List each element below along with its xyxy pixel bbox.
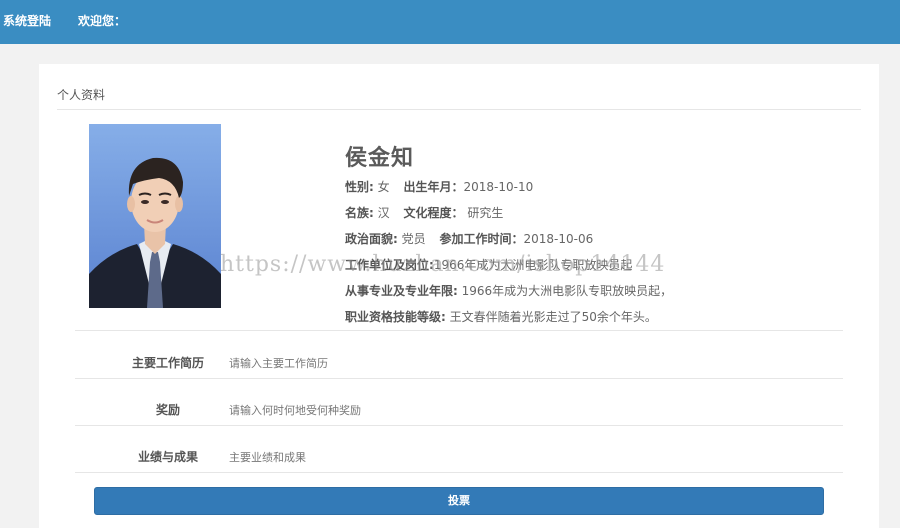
gender-value: 女 — [377, 180, 390, 194]
specialty-label: 从事专业及专业年限: — [345, 284, 458, 298]
skill-line: 职业资格技能等级: 王文春伴随着光影走过了50余个年头。 — [345, 308, 657, 325]
system-login-link[interactable]: 系统登陆 — [3, 12, 51, 29]
political-label: 政治面貌: — [345, 232, 398, 246]
profile-card: 个人资料 侯金知 性别: 女 出生年月：2018-10-10 名族: 汉 文化程… — [39, 64, 879, 528]
person-name: 侯金知 — [345, 146, 415, 171]
achievements-value: 主要业绩和成果 — [229, 451, 306, 464]
divider — [75, 425, 843, 426]
divider — [75, 378, 843, 379]
work-start-value: 2018-10-06 — [523, 232, 594, 246]
birth-value: 2018-10-10 — [463, 180, 534, 194]
ethnicity-value: 汉 — [377, 206, 390, 220]
ethnicity-education-line: 名族: 汉 文化程度： 研究生 — [345, 204, 503, 221]
top-navbar: 系统登陆 欢迎您： — [0, 0, 900, 44]
skill-value: 王文春伴随着光影走过了50余个年头。 — [449, 310, 657, 324]
specialty-line: 从事专业及专业年限: 1966年成为大洲电影队专职放映员起， — [345, 282, 672, 299]
divider — [75, 330, 843, 331]
skill-label: 职业资格技能等级: — [345, 310, 446, 324]
gender-label: 性别: — [345, 180, 374, 194]
vote-button[interactable]: 投票 — [94, 487, 824, 515]
portrait-photo — [89, 124, 221, 308]
gender-birth-line: 性别: 女 出生年月：2018-10-10 — [345, 178, 533, 195]
divider — [75, 472, 843, 473]
education-label: 文化程度： — [403, 206, 464, 220]
awards-value: 请输入何时何地受何种奖励 — [229, 404, 361, 417]
watermark-text: https://www.huzhan.com/ishop14144 — [220, 252, 666, 277]
specialty-value: 1966年成为大洲电影队专职放映员起， — [461, 284, 673, 298]
portrait-icon — [89, 124, 221, 308]
card-title-divider — [57, 109, 861, 110]
birth-label: 出生年月： — [403, 180, 464, 194]
work-start-label: 参加工作时间： — [439, 232, 524, 246]
welcome-text: 欢迎您： — [78, 14, 127, 28]
political-work-line: 政治面貌: 党员 参加工作时间：2018-10-06 — [345, 230, 593, 247]
card-title: 个人资料 — [57, 88, 106, 102]
work-history-value: 请输入主要工作简历 — [229, 357, 328, 370]
ethnicity-label: 名族: — [345, 206, 374, 220]
political-value: 党员 — [401, 232, 426, 246]
education-value: 研究生 — [467, 206, 504, 220]
